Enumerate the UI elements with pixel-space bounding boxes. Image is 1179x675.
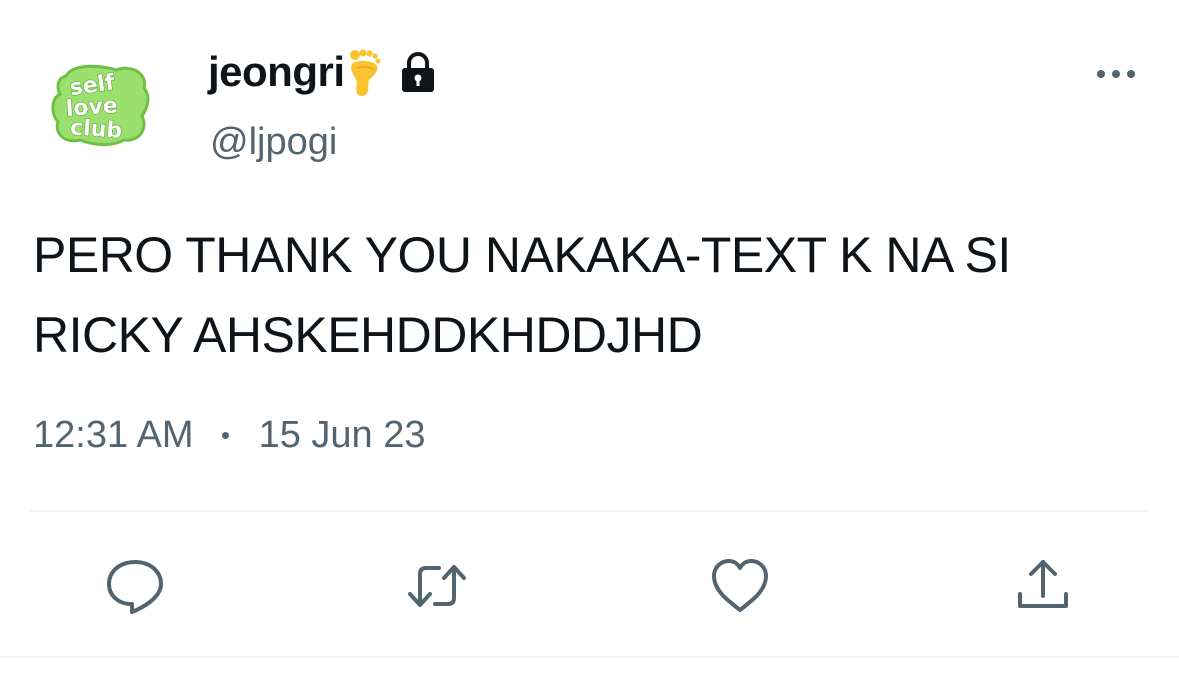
divider [30,510,1148,512]
heart-icon [712,559,768,612]
foot-icon [347,48,381,98]
bottom-divider [0,656,1179,658]
reply-button[interactable] [104,556,166,616]
self-love-club-logo: self love club [51,64,150,147]
like-button[interactable] [709,556,771,616]
share-upload-icon [1018,560,1068,608]
logo-word-3: club [69,115,123,144]
retweet-arrows-icon [408,565,466,607]
tweet-card: self love club jeongri @ljpogi PERO THAN… [0,0,1179,675]
lock-icon [399,49,437,95]
separator-dot [221,431,229,439]
speech-bubble-icon [107,560,163,614]
more-options-icon[interactable] [1096,64,1136,84]
tweet-meta: 12:31 AM 15 Jun 23 [33,408,425,462]
display-name[interactable]: jeongri [208,44,345,100]
user-handle[interactable]: @ljpogi [210,118,337,166]
share-button[interactable] [1012,556,1074,616]
avatar[interactable]: self love club [44,54,162,154]
tweet-time[interactable]: 12:31 AM [33,408,194,462]
tweet-text: PERO THANK YOU NAKAKA-TEXT K NA SI RICKY… [33,227,1011,363]
display-name-row: jeongri [208,44,437,100]
retweet-button[interactable] [406,556,468,616]
tweet-date[interactable]: 15 Jun 23 [259,408,426,462]
